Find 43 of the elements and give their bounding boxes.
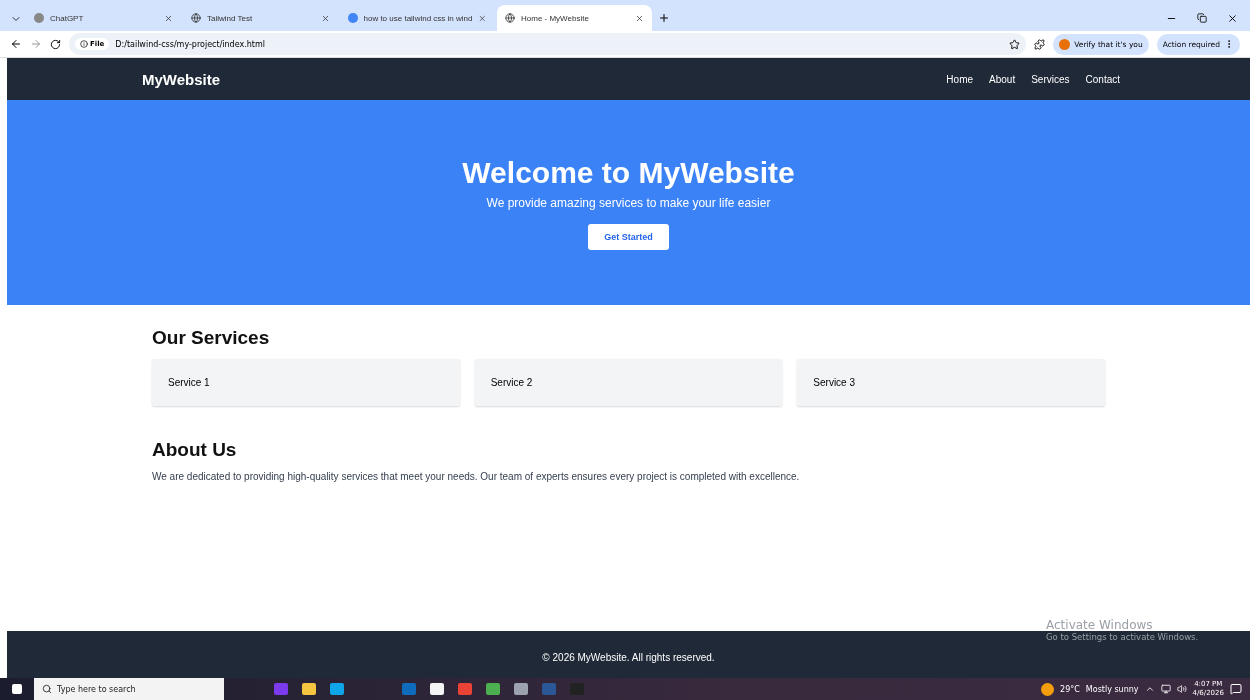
back-icon[interactable] [10,38,22,50]
get-started-button[interactable]: Get Started [588,223,669,250]
section-heading: Our Services [152,327,271,349]
temperature-text[interactable]: 29°C [1060,684,1080,694]
network-icon[interactable] [1160,684,1171,694]
service-card: Service 2 [474,359,783,406]
close-icon[interactable] [1227,13,1238,24]
reload-icon[interactable] [50,38,61,50]
service-card: Service 1 [152,359,460,406]
nav-link[interactable]: About [989,73,1016,85]
nav-link[interactable]: Services [1031,73,1070,85]
activation-hint: Go to Settings to activate Windows. [1046,632,1199,642]
globe-icon [505,13,515,23]
hero-subtitle: We provide amazing services to make your life easier [486,195,771,210]
site-logo[interactable]: MyWebsite [142,70,221,88]
footer-text: © 2026 MyWebsite. All rights reserved. [542,651,715,663]
hero-title: Welcome to MyWebsite [462,155,795,190]
puzzle-icon[interactable] [1034,38,1046,50]
browser-tab[interactable]: Tailwind Test [183,5,338,31]
start-icon[interactable] [12,684,22,694]
tray-expand-icon[interactable] [1144,684,1155,694]
search-icon [42,684,52,694]
nav-link[interactable]: Contact [1085,73,1120,85]
about-paragraph: We are dedicated to providing high-quality services that meet your needs. Our team of experts ensures every project is completed with excellence. [152,471,801,482]
star-icon[interactable] [1009,38,1021,50]
taskbar-app-icon[interactable] [430,683,444,695]
globe-icon [191,13,201,23]
activation-title: Activate Windows [1046,618,1154,632]
weather-text[interactable]: Mostly sunny [1085,684,1139,694]
browser-tab[interactable]: how to use tailwind css in wind [340,5,495,31]
notification-icon[interactable] [1230,683,1242,695]
new-tab-icon[interactable] [658,12,670,24]
weather-icon[interactable] [1041,682,1055,696]
nav-link[interactable]: Home [946,73,974,85]
url-text: D:/tailwind-css/my-project/index.html [115,39,266,49]
section-heading: About Us [152,439,238,461]
volume-icon[interactable] [1176,684,1187,694]
taskbar-search-field[interactable]: Type here to search [34,678,224,700]
browser-tab[interactable]: Home - MyWebsite [497,5,652,31]
browser-tab[interactable]: ChatGPT [26,5,181,31]
restore-icon[interactable] [1197,13,1207,23]
service-card: Service 3 [797,359,1105,406]
dot-icon [34,13,44,23]
